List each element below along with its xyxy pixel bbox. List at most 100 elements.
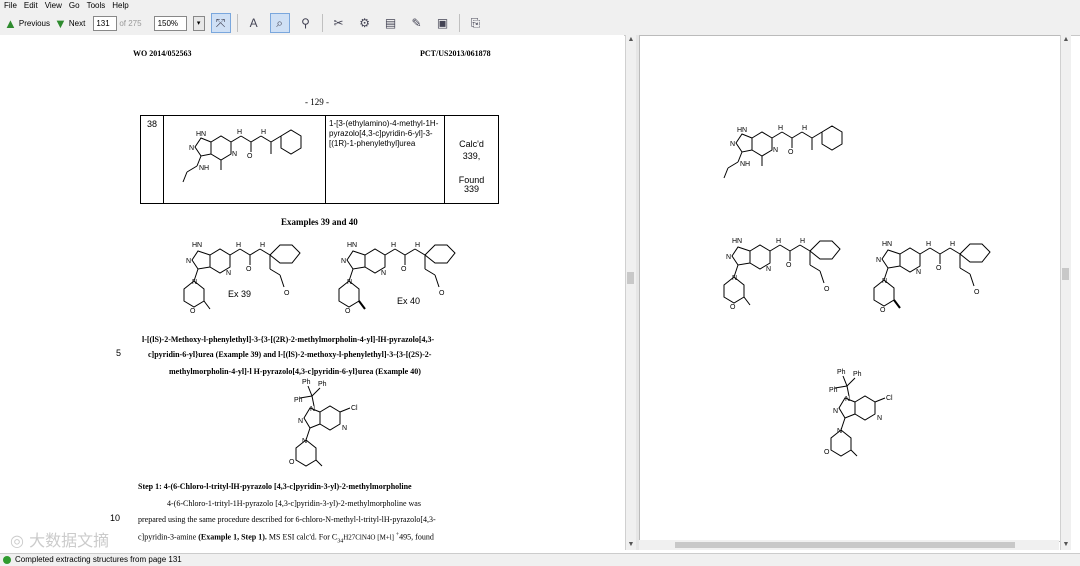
paragraph-line: methylmorpholin-4-yl]-l H-pyrazolo[4,3-c… <box>169 367 421 376</box>
menu-help[interactable]: Help <box>112 1 128 10</box>
right-vertical-scrollbar[interactable]: ▲ ▼ <box>1060 35 1071 550</box>
extracted-structure-ex39[interactable]: HN N N O N H O H O <box>710 231 860 326</box>
scroll-down-icon[interactable]: ▼ <box>626 540 636 550</box>
menu-tools[interactable]: Tools <box>87 1 106 10</box>
svg-text:N: N <box>882 278 887 285</box>
right-horizontal-scrollbar[interactable] <box>639 540 1059 550</box>
previous-button[interactable]: ▲ Previous <box>4 16 50 31</box>
svg-text:N: N <box>192 279 197 286</box>
svg-text:H: H <box>391 242 396 249</box>
text-select-icon[interactable]: A <box>244 13 264 33</box>
status-text: Completed extracting structures from pag… <box>15 555 182 564</box>
svg-text:O: O <box>788 149 794 156</box>
menu-view[interactable]: View <box>45 1 62 10</box>
scroll-down-icon[interactable]: ▼ <box>1061 540 1071 550</box>
svg-text:O: O <box>730 304 736 311</box>
svg-text:N: N <box>298 418 303 425</box>
menu-file[interactable]: File <box>4 1 17 10</box>
ex40-label: Ex 40 <box>397 296 421 306</box>
structure-step1: Ph Ph Ph N N Cl N N O <box>289 379 358 467</box>
scroll-up-icon[interactable]: ▲ <box>1061 35 1071 45</box>
next-button[interactable]: ▼ Next <box>54 16 85 31</box>
svg-text:H: H <box>415 242 420 249</box>
edit-icon[interactable]: ✎ <box>407 13 427 33</box>
svg-text:Ph: Ph <box>318 381 327 388</box>
arrow-down-icon: ▼ <box>54 15 67 31</box>
svg-text:N: N <box>766 266 771 273</box>
svg-text:O: O <box>439 290 445 297</box>
step-text-part: 495, found <box>399 532 434 542</box>
svg-text:N: N <box>310 406 315 413</box>
status-ok-icon <box>3 556 11 564</box>
step-text-part: MS ESI calc'd. For C <box>266 532 338 542</box>
calcd-value: 339, <box>462 151 481 161</box>
scrollbar-thumb[interactable] <box>627 272 634 284</box>
menu-go[interactable]: Go <box>69 1 80 10</box>
header-left: WO 2014/052563 <box>133 49 192 58</box>
toolbar: ▲ Previous ▼ Next 131 of 275 150% ▾ ⤧ A ⌕ … <box>0 11 1080 36</box>
svg-text:N: N <box>876 257 881 264</box>
svg-text:N: N <box>347 279 352 286</box>
compound-name: 1-[3-(ethylamino)-4-methyl-1H-pyrazolo[4… <box>329 119 439 148</box>
structure-ex40: HN N N O N H O H O <box>338 242 456 315</box>
svg-text:N: N <box>877 415 882 422</box>
zoom-input[interactable]: 150% <box>153 15 187 31</box>
select-tool-icon[interactable]: ⤧ <box>210 13 231 33</box>
svg-text:H: H <box>950 241 955 248</box>
examples-heading: Examples 39 and 40 <box>281 217 358 227</box>
svg-text:H: H <box>800 238 805 245</box>
next-label: Next <box>68 18 86 28</box>
step-text-line: 4-(6-Chloro-1-trityl-1H-pyrazolo [4,3-c]… <box>167 499 421 508</box>
previous-label: Previous <box>18 18 50 28</box>
svg-text:O: O <box>246 266 252 273</box>
found-value: 339 <box>463 184 480 194</box>
svg-text:H: H <box>776 238 781 245</box>
svg-text:N: N <box>726 254 731 261</box>
compound-table: 38 HN N NH N H O H 1-[3-(ethylamino)-4-m… <box>140 115 499 204</box>
scrollbar-thumb[interactable] <box>675 542 1015 548</box>
zoom-dropdown-icon[interactable]: ▾ <box>192 15 205 31</box>
svg-text:O: O <box>880 307 886 314</box>
settings-icon[interactable]: ⚙ <box>355 13 375 33</box>
document-icon[interactable]: ▤ <box>381 13 401 33</box>
find-structure-icon[interactable]: ⚲ <box>296 13 316 33</box>
toolbar-separator <box>458 14 460 32</box>
menu-edit[interactable]: Edit <box>24 1 38 10</box>
page-number-input[interactable]: 131 <box>93 15 118 31</box>
save-icon[interactable]: ▣ <box>433 13 453 33</box>
extracted-structure-38[interactable]: HN N NH N H O H <box>722 118 852 186</box>
toolbar-separator <box>321 14 323 32</box>
svg-text:H: H <box>778 125 783 132</box>
line-number: 10 <box>110 513 121 523</box>
structure-ex39: HN N N O N H O H O <box>183 242 301 315</box>
arrow-up-icon: ▲ <box>4 15 17 31</box>
scroll-up-icon[interactable]: ▲ <box>626 35 636 45</box>
toolbar-separator <box>236 14 238 32</box>
document-view[interactable]: WO 2014/052563 PCT/US2013/061878 - 129 -… <box>0 35 624 550</box>
export-icon[interactable]: ⎘ <box>466 13 486 33</box>
scrollbar-thumb[interactable] <box>1062 268 1069 280</box>
extracted-structure-ex40[interactable]: HN N N O N H O H O <box>860 234 1010 329</box>
page-count: of 275 <box>119 18 142 28</box>
svg-text:HN: HN <box>882 241 892 248</box>
extracted-structure-step1[interactable]: Ph Ph Ph N N Cl N N O <box>815 368 925 468</box>
svg-text:O: O <box>247 153 253 160</box>
svg-text:N: N <box>341 258 346 265</box>
svg-text:N: N <box>845 396 850 403</box>
watermark-logo-icon: ◎ <box>10 531 24 550</box>
svg-text:Ph: Ph <box>829 387 838 394</box>
step-text-part: c]pyridin-3-amine <box>138 532 199 542</box>
zoom-tool-icon[interactable]: ⌕ <box>269 13 290 33</box>
svg-text:H: H <box>926 241 931 248</box>
svg-text:H: H <box>802 125 807 132</box>
svg-text:HN: HN <box>196 131 206 138</box>
step-text-ref: (Example 1, Step 1). <box>198 532 267 542</box>
status-bar: Completed extracting structures from pag… <box>0 553 1080 566</box>
svg-text:N: N <box>189 145 194 152</box>
left-vertical-scrollbar[interactable]: ▲ ▼ <box>625 35 636 550</box>
svg-text:O: O <box>786 262 792 269</box>
structures-view[interactable]: HN N NH N H O H HN N N O N H O H O HN N … <box>639 35 1061 542</box>
svg-text:O: O <box>345 308 351 315</box>
svg-text:Ph: Ph <box>302 379 311 386</box>
extract-icon[interactable]: ✂ <box>329 13 349 33</box>
